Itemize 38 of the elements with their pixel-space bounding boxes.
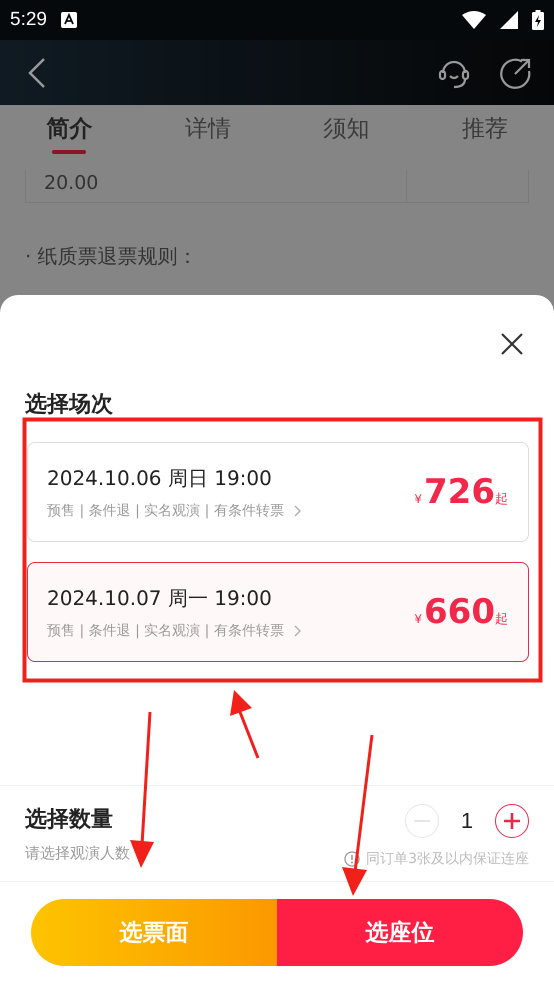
tab[interactable]: 须知 (306, 113, 386, 162)
session-price: 726 (424, 472, 495, 512)
close-icon[interactable] (500, 332, 524, 356)
info-icon (344, 851, 360, 867)
plus-button[interactable] (495, 804, 529, 838)
rule-heading: · 纸质票退票规则： (25, 243, 199, 270)
tab[interactable]: 推荐 (444, 113, 525, 162)
quantity-value: 1 (460, 808, 474, 834)
price-suffix: 起 (495, 611, 508, 628)
seat-hint: 同订单3张及以内保证连座 (366, 850, 529, 868)
currency-symbol: ¥ (414, 612, 422, 626)
chevron-right-icon (294, 624, 301, 636)
session-price: 660 (424, 592, 495, 632)
plus-icon (503, 812, 521, 830)
sheet-title: 选择场次 (25, 391, 114, 419)
session-card[interactable]: 2024.10.07 周一 19:00 预售 | 条件退 | 实名观演 | 有条件转票 ¥660起 (27, 562, 529, 662)
share-icon[interactable] (500, 56, 532, 88)
price-suffix: 起 (495, 491, 508, 508)
battery-icon (532, 10, 544, 30)
session-card[interactable]: 2024.10.06 周日 19:00 预售 | 条件退 | 实名观演 | 有条件转票 ¥726起 (27, 442, 529, 542)
tab[interactable]: 简介 (29, 113, 110, 162)
chevron-right-icon (294, 504, 301, 516)
quantity-subtitle: 请选择观演人数 (25, 844, 131, 863)
annotation-arrow (230, 690, 260, 759)
session-tags: 预售 | 条件退 | 实名观演 | 有条件转票 (47, 622, 284, 640)
table-cell: 20.00 (26, 170, 407, 202)
keyboard-icon (60, 12, 77, 28)
session-datetime: 2024.10.07 周一 19:00 (47, 584, 273, 612)
quantity-title: 选择数量 (25, 806, 114, 834)
tab[interactable]: 详情 (168, 113, 248, 162)
session-tags: 预售 | 条件退 | 实名观演 | 有条件转票 (47, 502, 284, 520)
wifi-icon (462, 11, 486, 29)
session-datetime: 2024.10.06 周日 19:00 (47, 464, 273, 492)
back-icon[interactable] (28, 56, 46, 88)
seat-button[interactable]: 选座位 (277, 899, 523, 966)
currency-symbol: ¥ (414, 492, 422, 506)
status-time: 5:29 (10, 9, 47, 31)
signal-icon (500, 11, 518, 29)
